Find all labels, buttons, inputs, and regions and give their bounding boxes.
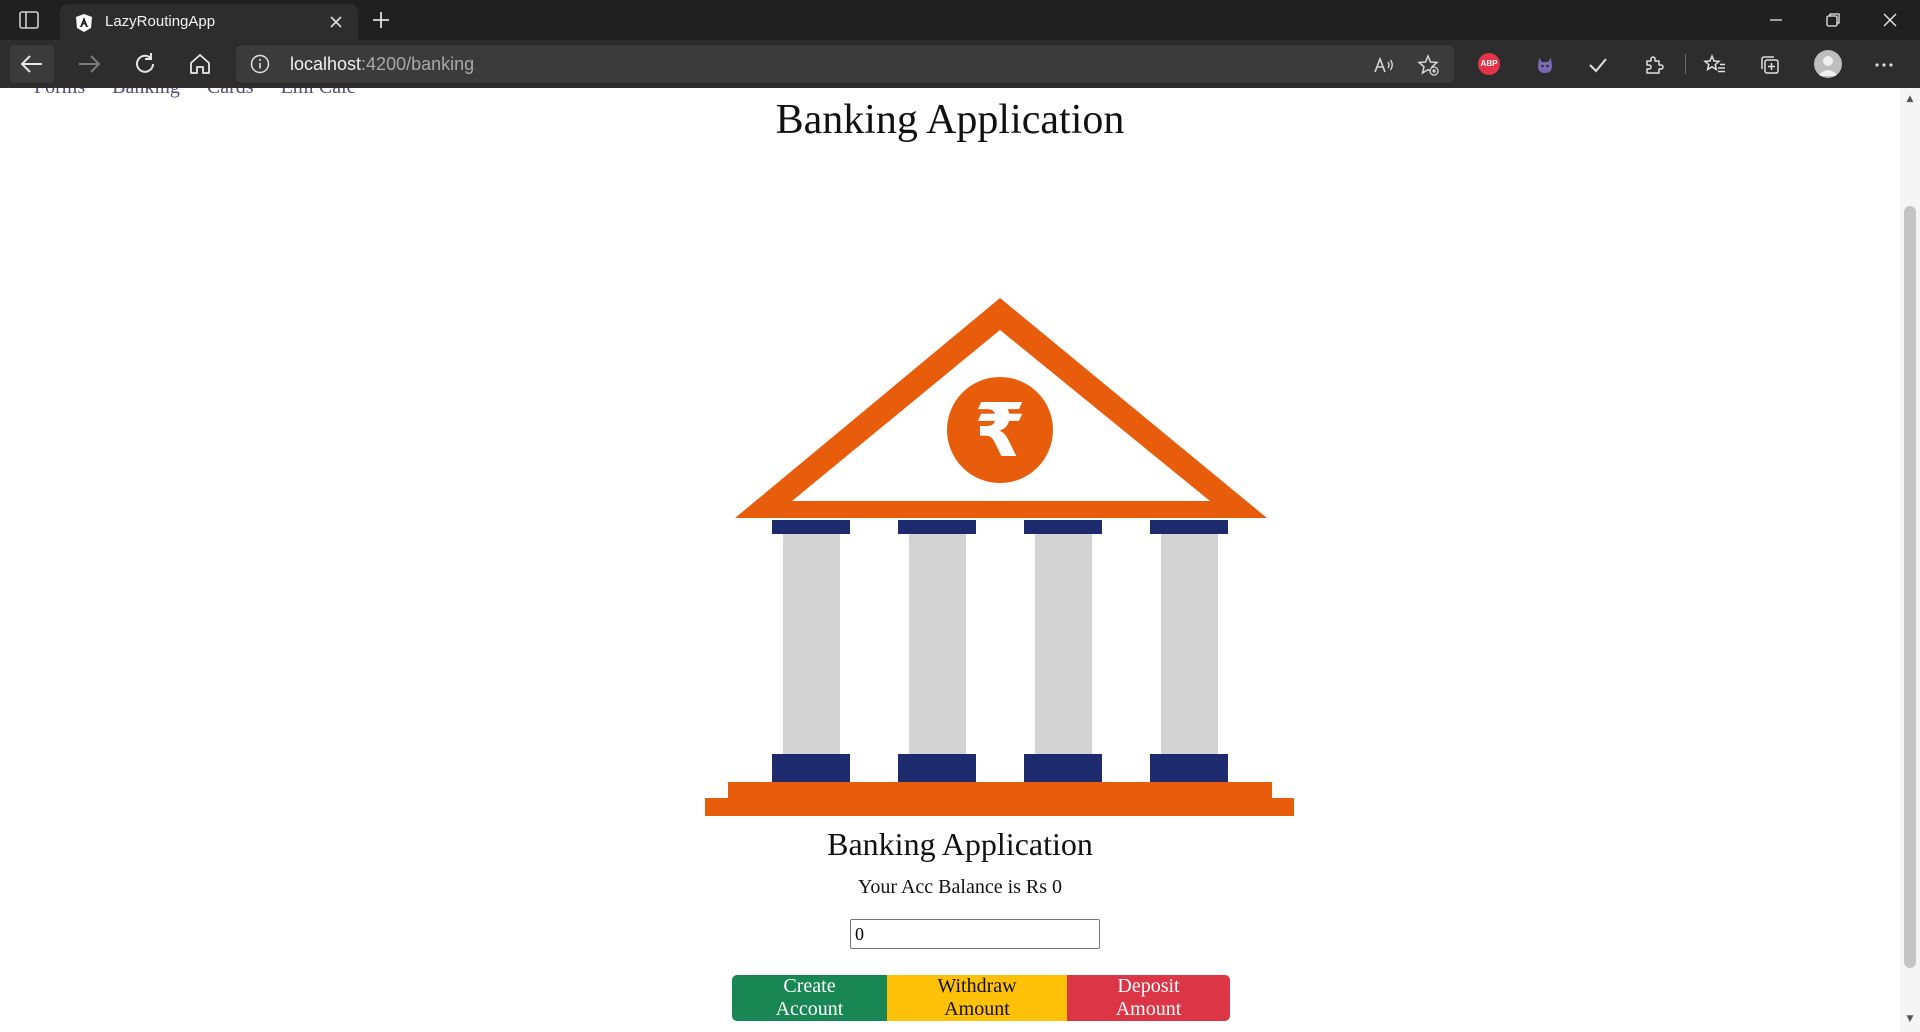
pillar-cap bbox=[898, 520, 976, 534]
pillar-base bbox=[1150, 754, 1228, 782]
refresh-icon[interactable] bbox=[130, 49, 160, 79]
address-bar[interactable]: localhost:4200/banking bbox=[236, 45, 1454, 83]
pillar bbox=[783, 534, 840, 754]
withdraw-amount-button[interactable]: Withdraw Amount bbox=[887, 975, 1067, 1021]
pillar bbox=[909, 534, 966, 754]
scroll-thumb[interactable] bbox=[1904, 206, 1916, 968]
minimize-icon[interactable] bbox=[1764, 8, 1788, 32]
read-aloud-icon[interactable] bbox=[1372, 53, 1396, 77]
pillar-base bbox=[1024, 754, 1102, 782]
more-icon[interactable] bbox=[1871, 52, 1897, 78]
close-window-icon[interactable] bbox=[1878, 8, 1902, 32]
restore-icon[interactable] bbox=[1821, 8, 1845, 32]
close-icon[interactable] bbox=[326, 12, 346, 32]
amount-input[interactable] bbox=[850, 919, 1100, 949]
page-title: Banking Application bbox=[775, 97, 1125, 143]
pillar-base bbox=[772, 754, 850, 782]
url-path: :4200/banking bbox=[361, 54, 475, 74]
extensions-icon[interactable] bbox=[1640, 52, 1666, 78]
back-arrow-icon[interactable] bbox=[10, 45, 54, 83]
balance-text: Your Acc Balance is Rs 0 bbox=[857, 876, 1063, 898]
create-account-button[interactable]: Create Account bbox=[732, 975, 887, 1021]
pillar bbox=[1035, 534, 1092, 754]
angular-icon bbox=[74, 13, 94, 33]
scroll-down-icon[interactable]: ▼ bbox=[1904, 1014, 1916, 1024]
info-icon[interactable] bbox=[250, 54, 270, 74]
adblock-icon[interactable]: ABP bbox=[1478, 53, 1500, 75]
pillar-cap bbox=[772, 520, 850, 534]
home-icon[interactable] bbox=[185, 49, 215, 79]
action-button-group: Create Account Withdraw Amount Deposit A… bbox=[732, 975, 1230, 1021]
forward-arrow-icon[interactable] bbox=[74, 49, 104, 79]
scroll-up-icon[interactable]: ▲ bbox=[1904, 94, 1916, 104]
plus-icon[interactable] bbox=[370, 9, 392, 31]
page-content: Forms Banking Cards Emi Calc Banking App… bbox=[0, 88, 1900, 1032]
add-favorite-icon[interactable] bbox=[1416, 53, 1440, 77]
checkmark-icon[interactable] bbox=[1585, 52, 1611, 78]
browser-tab-bar: LazyRoutingApp bbox=[0, 0, 1920, 40]
bank-building-image: ₹ bbox=[705, 298, 1294, 816]
bank-step-upper bbox=[728, 782, 1272, 800]
active-tab[interactable]: LazyRoutingApp bbox=[60, 4, 358, 40]
toolbar-separator bbox=[1685, 54, 1686, 74]
extension-cat-icon[interactable] bbox=[1532, 52, 1558, 78]
url-host: localhost bbox=[290, 54, 362, 74]
tab-title: LazyRoutingApp bbox=[105, 13, 216, 30]
profile-icon[interactable] bbox=[1814, 50, 1842, 78]
browser-toolbar: localhost:4200/banking ABP bbox=[0, 40, 1920, 88]
section-title: Banking Application bbox=[827, 826, 1093, 862]
collections-icon[interactable] bbox=[1757, 52, 1783, 78]
favorites-icon[interactable] bbox=[1702, 52, 1728, 78]
pillar bbox=[1161, 534, 1218, 754]
url-text[interactable]: localhost:4200/banking bbox=[290, 54, 474, 75]
rupee-symbol: ₹ bbox=[974, 388, 1026, 474]
bank-step-lower bbox=[705, 798, 1294, 816]
tab-actions-icon[interactable] bbox=[18, 10, 40, 30]
page-scrollbar[interactable]: ▲ ▼ bbox=[1900, 88, 1920, 1032]
pillar-cap bbox=[1024, 520, 1102, 534]
pillar-cap bbox=[1150, 520, 1228, 534]
deposit-amount-button[interactable]: Deposit Amount bbox=[1067, 975, 1230, 1021]
pillar-base bbox=[898, 754, 976, 782]
